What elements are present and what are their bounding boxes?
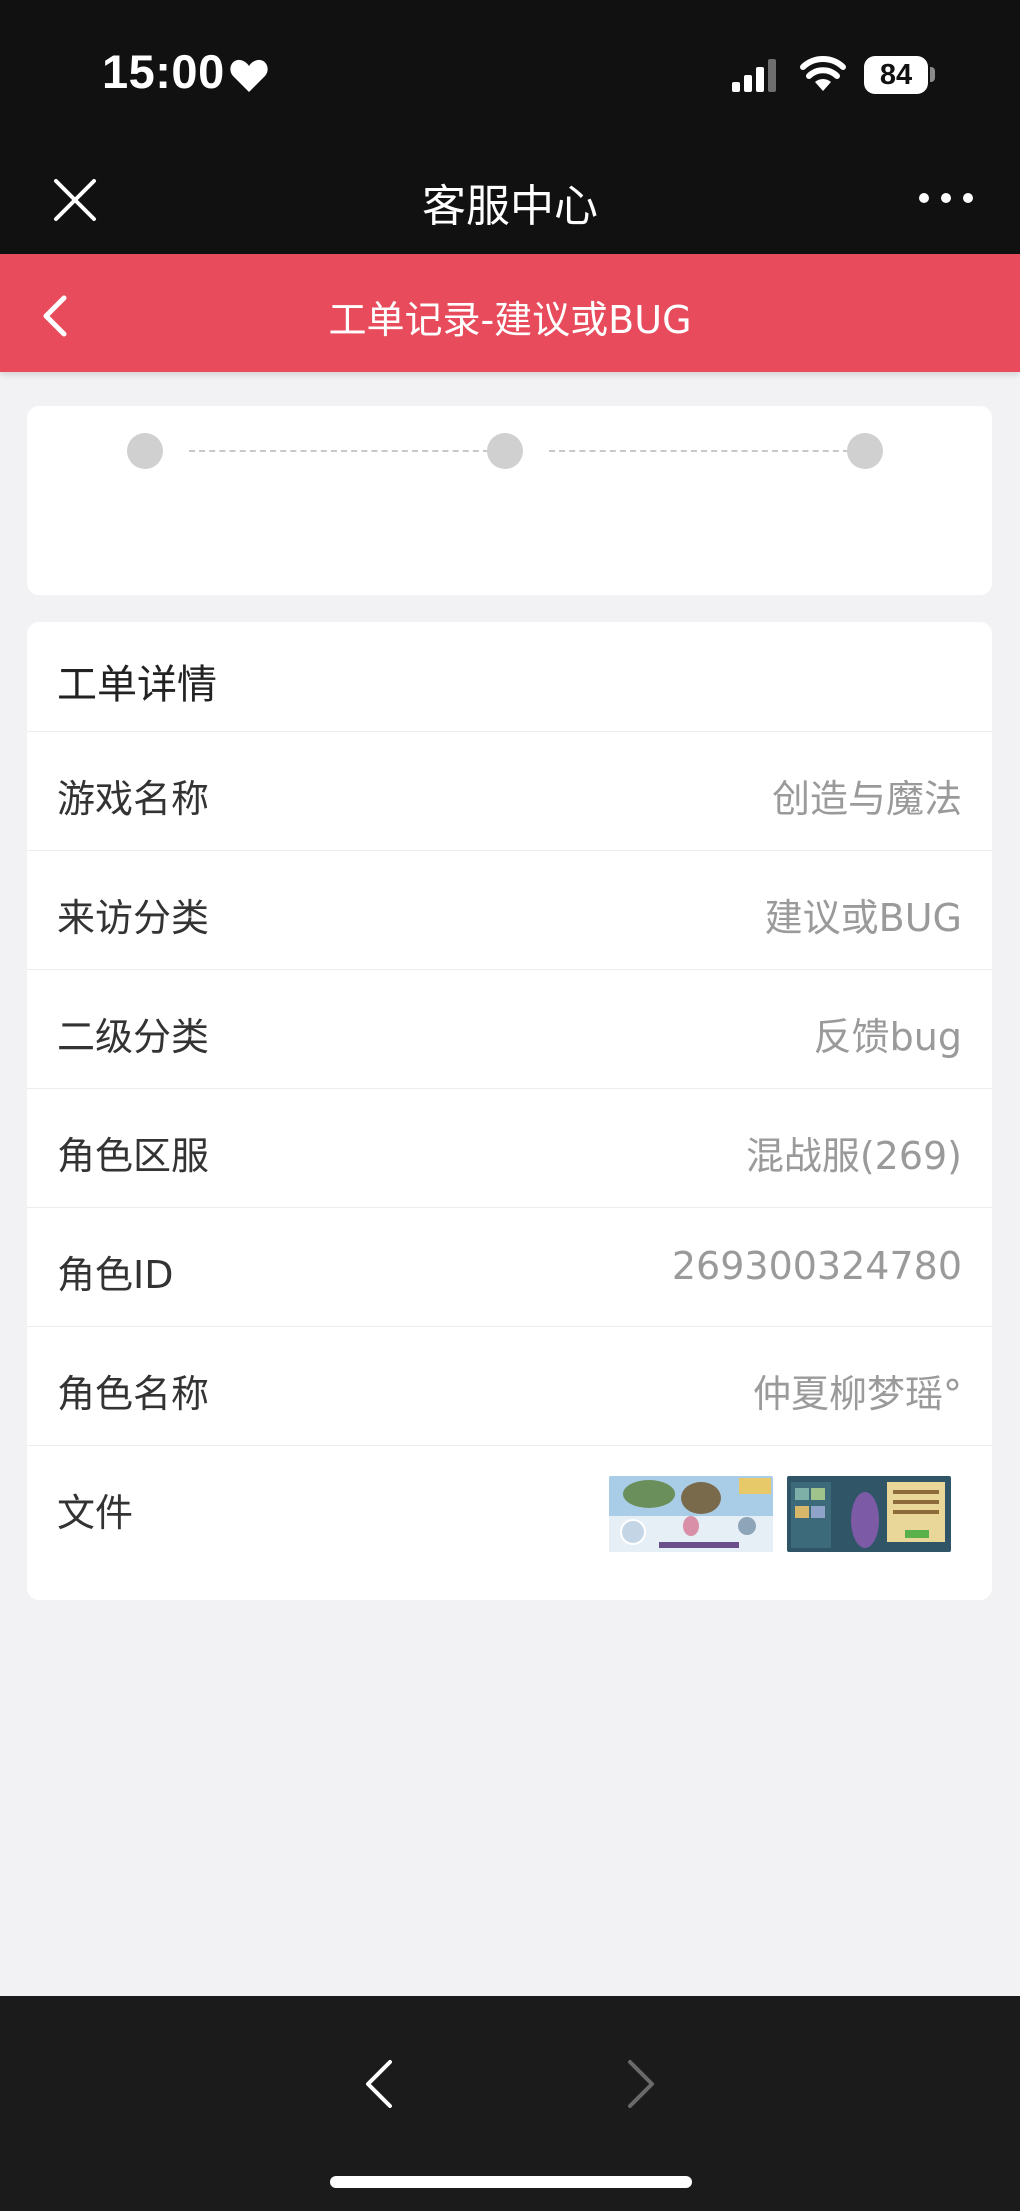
- home-indicator: [330, 2176, 692, 2188]
- row-value: 269300324780: [671, 1244, 962, 1288]
- wifi-icon: [800, 56, 846, 91]
- status-time: 15:00: [102, 45, 225, 98]
- row-value: 建议或BUG: [764, 896, 962, 940]
- row-value: 仲夏柳梦瑶°: [752, 1372, 962, 1416]
- row-value: 反馈bug: [813, 1015, 962, 1059]
- step-connector-2: [549, 450, 849, 452]
- attachment-thumbnail-2[interactable]: [787, 1476, 951, 1552]
- browser-forward-icon[interactable]: [624, 2056, 658, 2112]
- step-2-dot: [487, 433, 523, 469]
- row-label: 角色名称: [57, 1372, 210, 1416]
- top-nav: 客服中心: [0, 150, 1020, 254]
- row-label: 文件: [57, 1491, 134, 1535]
- battery-tip: [930, 67, 935, 82]
- row-label: 角色区服: [57, 1134, 210, 1178]
- cellular-signal-icon: [732, 59, 776, 92]
- page-title: 客服中心: [422, 181, 598, 232]
- step-1-dot: [127, 433, 163, 469]
- detail-row-game-name: 游戏名称 创造与魔法: [27, 732, 992, 851]
- section-header: 工单记录-建议或BUG: [0, 254, 1020, 372]
- battery-indicator: 84: [864, 56, 928, 94]
- progress-card: [27, 406, 992, 595]
- browser-back-icon[interactable]: [362, 2056, 396, 2112]
- detail-row-role-name: 角色名称 仲夏柳梦瑶°: [27, 1327, 992, 1446]
- detail-row-files: 文件: [27, 1446, 992, 1600]
- row-label: 角色ID: [57, 1253, 174, 1297]
- detail-row-server: 角色区服 混战服(269): [27, 1089, 992, 1208]
- row-label: 来访分类: [57, 896, 210, 940]
- detail-row-visit-category: 来访分类 建议或BUG: [27, 851, 992, 970]
- section-title: 工单详情: [57, 662, 217, 708]
- heart-icon: [230, 59, 268, 92]
- detail-row-subcategory: 二级分类 反馈bug: [27, 970, 992, 1089]
- row-label: 二级分类: [57, 1015, 210, 1059]
- ticket-details-card: 工单详情 游戏名称 创造与魔法 来访分类 建议或BUG 二级分类 反馈bug 角…: [27, 622, 992, 1600]
- step-3-dot: [847, 433, 883, 469]
- detail-row-role-id: 角色ID 269300324780: [27, 1208, 992, 1327]
- attachment-thumbnail-1[interactable]: [609, 1476, 773, 1552]
- row-value: 创造与魔法: [771, 777, 962, 821]
- step-connector-1: [189, 450, 489, 452]
- more-options-icon[interactable]: [918, 188, 974, 208]
- status-bar: 15:00 84: [0, 0, 1020, 150]
- row-value: 混战服(269): [745, 1134, 962, 1178]
- header-title: 工单记录-建议或BUG: [328, 298, 692, 342]
- bottom-nav-bar: [0, 1996, 1020, 2211]
- details-section-header: 工单详情: [27, 622, 992, 732]
- row-label: 游戏名称: [57, 777, 210, 821]
